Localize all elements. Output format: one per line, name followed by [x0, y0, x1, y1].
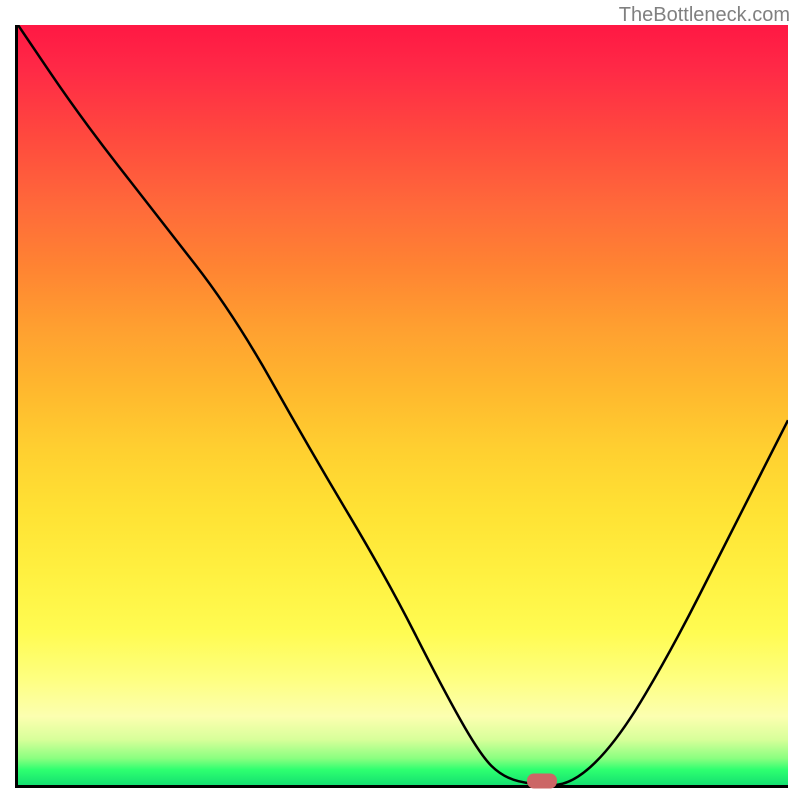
optimal-marker — [527, 774, 557, 789]
gradient-background — [18, 25, 788, 785]
chart-container: TheBottleneck.com — [0, 0, 800, 800]
watermark-text: TheBottleneck.com — [619, 4, 790, 27]
plot-area — [15, 25, 788, 788]
